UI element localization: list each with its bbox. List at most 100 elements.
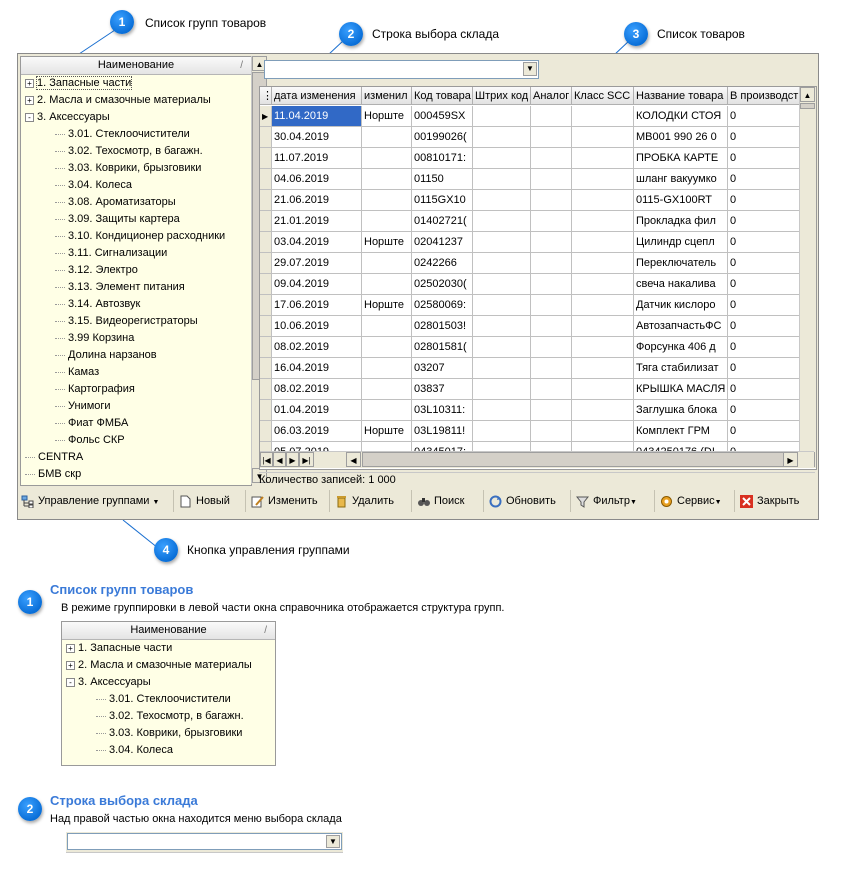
grid-cell[interactable] [572, 379, 634, 400]
row-indicator[interactable] [260, 316, 272, 337]
grid-cell[interactable]: 02801581( [412, 337, 473, 358]
grid-cell[interactable] [362, 274, 412, 295]
grid-cell[interactable]: 21.06.2019 [272, 190, 362, 211]
grid-cell[interactable]: 0 [728, 379, 808, 400]
row-indicator[interactable] [260, 127, 272, 148]
tree-item[interactable]: Унимоги [55, 398, 111, 415]
grid-hscroll-thumb[interactable] [362, 452, 792, 467]
expand-icon[interactable]: + [25, 95, 34, 105]
tree-item[interactable]: 3.12. Электро [55, 262, 138, 279]
tree-item[interactable]: 3.02. Техосмотр, в багажн. [96, 708, 244, 725]
grid-cell[interactable] [531, 169, 572, 190]
grid-cell[interactable] [362, 211, 412, 232]
grid-cell[interactable]: 01150 [412, 169, 473, 190]
row-indicator[interactable] [260, 379, 272, 400]
grid-cell[interactable] [362, 190, 412, 211]
grid-cell[interactable]: 29.07.2019 [272, 253, 362, 274]
row-indicator[interactable] [260, 400, 272, 421]
grid-cell[interactable] [572, 148, 634, 169]
grid-cell[interactable]: шланг вакуумко [634, 169, 728, 190]
grid-cell[interactable]: 10.06.2019 [272, 316, 362, 337]
grid-cell[interactable] [473, 190, 531, 211]
grid-cell[interactable]: 0 [728, 106, 808, 127]
grid-cell[interactable]: Цилиндр сцепл [634, 232, 728, 253]
grid-cell[interactable]: Тяга стабилизат [634, 358, 728, 379]
grid-cell[interactable] [531, 232, 572, 253]
search-button[interactable]: Поиск [414, 490, 484, 512]
grid-cell[interactable]: АвтозапчастьФС [634, 316, 728, 337]
filter-button[interactable]: Фильтр▼ [573, 490, 655, 512]
grid-cell[interactable]: свеча накалива [634, 274, 728, 295]
grid-cell[interactable]: Норште [362, 295, 412, 316]
tree-item[interactable]: CENTRA [25, 449, 83, 466]
grid-cell[interactable]: 0 [728, 232, 808, 253]
grid-cell[interactable] [531, 316, 572, 337]
grid-cell[interactable]: 0 [728, 127, 808, 148]
tree-item[interactable]: Фольс СКР [55, 432, 125, 449]
grid-cell[interactable]: КРЫШКА МАСЛЯ [634, 379, 728, 400]
grid-cell[interactable] [572, 127, 634, 148]
grid-cell[interactable]: 03837 [412, 379, 473, 400]
column-header[interactable]: В производст [728, 87, 808, 105]
tree-item[interactable]: Картография [55, 381, 135, 398]
refresh-button[interactable]: Обновить [486, 490, 571, 512]
grid-cell[interactable]: 09.04.2019 [272, 274, 362, 295]
last-record-icon[interactable]: ▶| [299, 452, 314, 467]
grid-cell[interactable] [473, 169, 531, 190]
row-indicator[interactable] [260, 337, 272, 358]
tree-item[interactable]: 3.04. Колеса [96, 742, 173, 759]
tree-item[interactable]: 3.14. Автозвук [55, 296, 140, 313]
grid-cell[interactable]: 01402721( [412, 211, 473, 232]
tree-item[interactable]: 3.11. Сигнализации [55, 245, 167, 262]
tree-item[interactable]: 3.03. Коврики, брызговики [55, 160, 201, 177]
grid-vscrollbar[interactable]: ▲ ▼ [799, 87, 816, 468]
tree-item[interactable]: 3.99 Корзина [55, 330, 134, 347]
grid-cell[interactable] [473, 400, 531, 421]
grid-cell[interactable]: 02801503! [412, 316, 473, 337]
grid-cell[interactable] [362, 379, 412, 400]
grid-cell[interactable]: 03.04.2019 [272, 232, 362, 253]
grid-cell[interactable] [531, 421, 572, 442]
tree-item[interactable]: БМВ скр [25, 466, 81, 483]
tree-item[interactable]: 3.01. Стеклоочистители [96, 691, 231, 708]
grid-cell[interactable]: 0 [728, 274, 808, 295]
service-button[interactable]: Сервис▼ [657, 490, 735, 512]
grid-cell[interactable] [572, 316, 634, 337]
tree-item[interactable]: -3. Аксессуары [25, 109, 110, 126]
grid-cell[interactable]: 06.03.2019 [272, 421, 362, 442]
tree-item[interactable]: 3.02. Техосмотр, в багажн. [55, 143, 203, 160]
collapse-icon[interactable]: - [66, 677, 75, 687]
grid-cell[interactable] [473, 421, 531, 442]
tree-item[interactable]: 3.03. Коврики, брызговики [96, 725, 242, 742]
grid-cell[interactable]: ПРОБКА КАРТЕ [634, 148, 728, 169]
grid-cell[interactable] [531, 127, 572, 148]
product-grid[interactable]: ⋮ дата изменения изменил Код товара Штрих ко… [259, 86, 817, 470]
tree-item[interactable]: 3.08. Ароматизаторы [55, 194, 176, 211]
tree-item[interactable]: 3.01. Стеклоочистители [55, 126, 190, 143]
grid-cell[interactable] [473, 106, 531, 127]
grid-cell[interactable] [531, 211, 572, 232]
close-button[interactable]: Закрыть [737, 490, 815, 512]
group-tree[interactable]: Наименование / +1. Запасные части +2. Мас… [20, 56, 252, 486]
tree-item[interactable]: 3.09. Защиты картера [55, 211, 180, 228]
column-header[interactable]: Штрих код [473, 87, 531, 105]
grid-cell[interactable] [473, 127, 531, 148]
grid-cell[interactable] [572, 400, 634, 421]
grid-cell[interactable]: 01.04.2019 [272, 400, 362, 421]
grid-cell[interactable] [473, 232, 531, 253]
grid-cell[interactable]: 00199026( [412, 127, 473, 148]
row-indicator[interactable] [260, 169, 272, 190]
tree-item[interactable]: 3.10. Кондиционер расходники [55, 228, 225, 245]
grid-cell[interactable] [572, 295, 634, 316]
prev-record-icon[interactable]: ◀ [273, 452, 286, 467]
tree-header[interactable]: Наименование / [21, 57, 251, 75]
tree-item[interactable]: +1. Запасные части [66, 640, 172, 657]
tree-item[interactable]: +2. Масла и смазочные материалы [25, 92, 211, 109]
tree-item[interactable]: +1. Запасные части [25, 75, 133, 92]
tree-item[interactable]: 3.15. Видеорегистраторы [55, 313, 198, 330]
row-indicator[interactable] [260, 148, 272, 169]
grid-cell[interactable]: Прокладка фил [634, 211, 728, 232]
grid-cell[interactable]: 17.06.2019 [272, 295, 362, 316]
grid-cell[interactable]: 0 [728, 295, 808, 316]
group-management-button[interactable]: Управление группами ▼ [18, 490, 174, 512]
